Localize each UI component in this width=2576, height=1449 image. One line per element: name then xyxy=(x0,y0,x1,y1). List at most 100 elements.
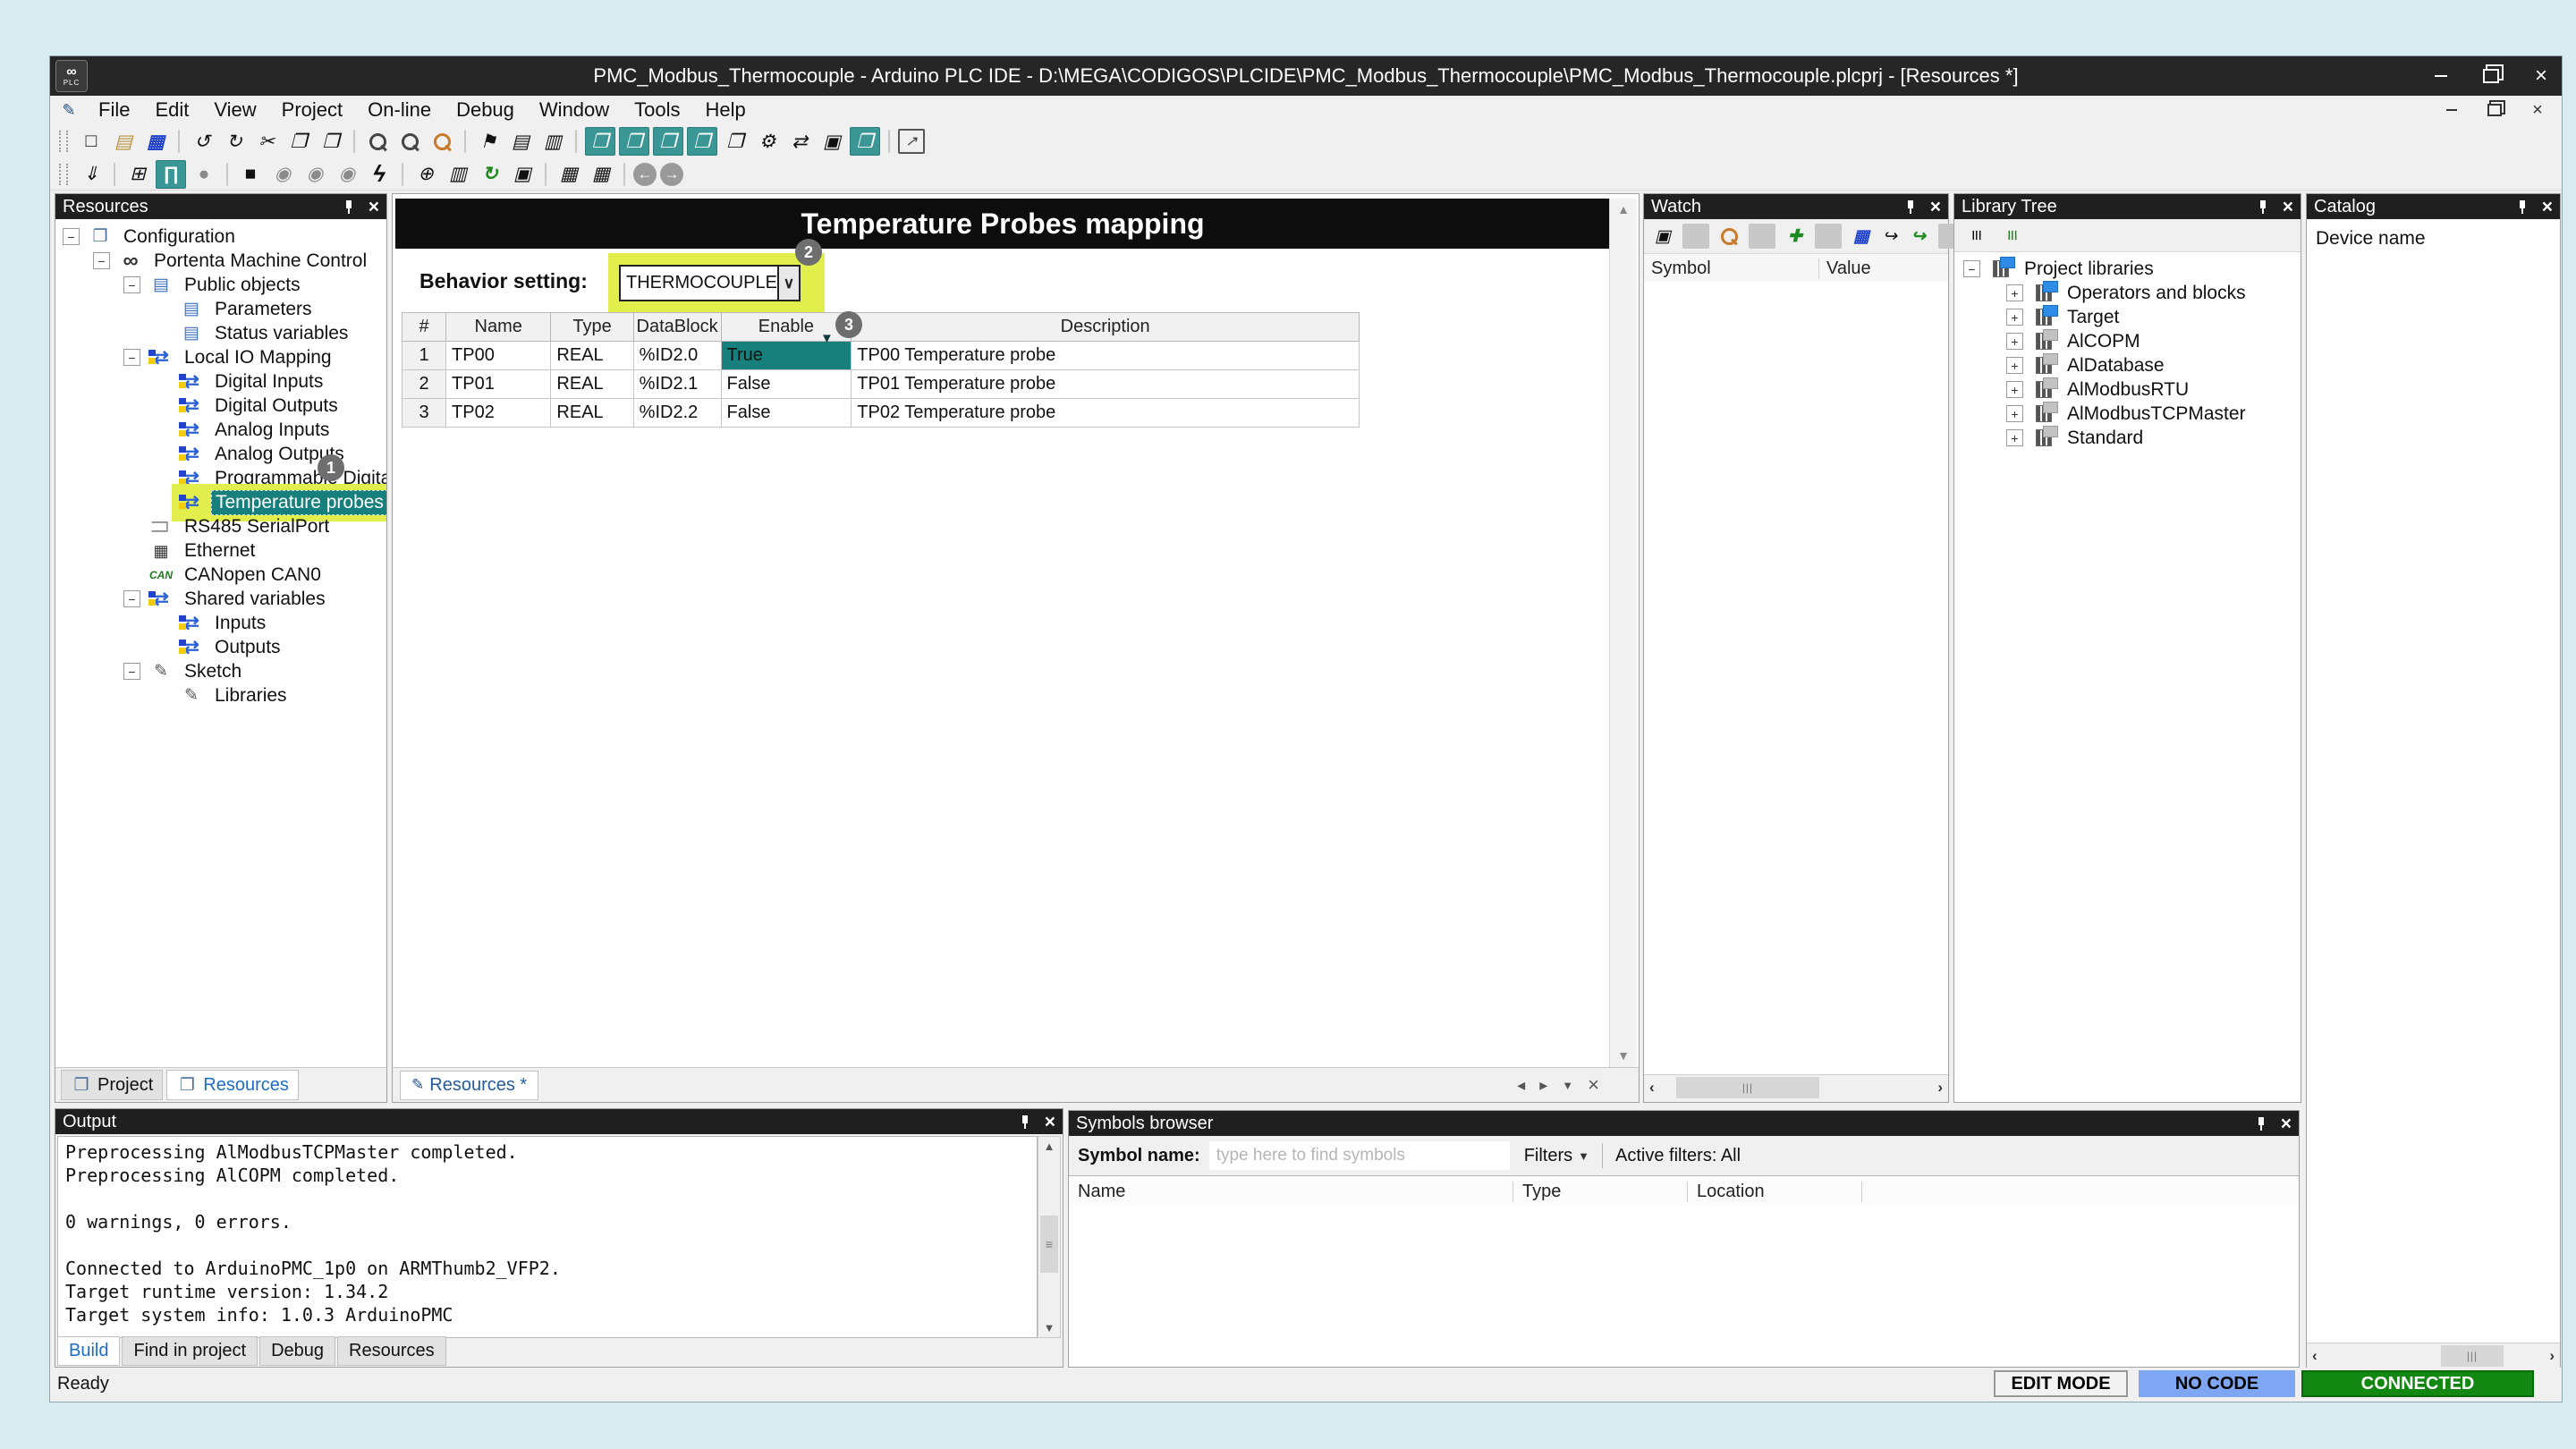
run-warm-icon[interactable]: ◉ xyxy=(333,161,361,188)
symbols-col-type[interactable]: Type xyxy=(1513,1182,1688,1202)
library-tree-item[interactable]: Target xyxy=(1954,305,2301,329)
col-type[interactable]: Type xyxy=(551,313,633,342)
close-icon[interactable]: × xyxy=(1045,1113,1055,1131)
refresh-watch-icon[interactable]: ↻ xyxy=(476,161,504,188)
close-icon[interactable]: × xyxy=(369,198,379,216)
redo-icon[interactable]: ↻ xyxy=(220,128,249,155)
expander-icon[interactable] xyxy=(2006,284,2023,301)
new-project-icon[interactable]: □ xyxy=(77,128,106,155)
col-description[interactable]: Description xyxy=(852,313,1360,342)
expander-icon[interactable] xyxy=(2006,405,2023,422)
scroll-thumb[interactable] xyxy=(2441,1345,2504,1367)
edit-mode-indicator[interactable]: EDIT MODE xyxy=(1994,1370,2128,1397)
print-icon[interactable]: ▤ xyxy=(506,128,535,155)
panel-tab[interactable]: ❐ Project xyxy=(61,1070,163,1100)
symbols-col-name[interactable]: Name xyxy=(1069,1182,1513,1202)
chevron-down-icon[interactable]: ∨ xyxy=(777,267,799,300)
mdi-restore-button[interactable] xyxy=(2483,98,2506,122)
probe-datablock-cell[interactable]: %ID2.1 xyxy=(633,370,721,399)
panel-tab[interactable]: ❐ Resources xyxy=(166,1070,299,1100)
separator[interactable] xyxy=(114,163,115,186)
editor-vertical-scrollbar[interactable]: ▲ ▼ xyxy=(1609,199,1637,1100)
project-window-toggle-icon[interactable]: ❒ xyxy=(585,127,615,156)
insert-record-icon[interactable] xyxy=(1716,224,1742,249)
form-view-icon[interactable]: ▣ xyxy=(508,161,537,188)
minimize-button[interactable] xyxy=(2429,64,2453,88)
menu-item[interactable]: File xyxy=(86,96,142,124)
bookmark-icon[interactable]: ⚑ xyxy=(474,128,503,155)
pin-icon[interactable] xyxy=(2256,199,2270,215)
mouse-mode-icon[interactable]: ● xyxy=(190,161,218,188)
tree-item[interactable]: ⇄ Digital Inputs xyxy=(55,369,386,394)
toolbar-grip[interactable] xyxy=(59,131,68,152)
tree-item[interactable]: ∞ Portenta Machine Control xyxy=(55,249,386,273)
tab-scroll-right-icon[interactable]: ▸ xyxy=(1539,1076,1547,1095)
probe-description-cell[interactable]: TP00 Temperature probe xyxy=(852,342,1360,370)
expander-icon[interactable] xyxy=(2006,429,2023,446)
behavior-setting-select[interactable]: THERMOCOUPLE ∨ xyxy=(619,265,801,301)
scroll-right-icon[interactable]: › xyxy=(1937,1079,1943,1097)
menu-item[interactable]: Project xyxy=(269,96,355,124)
refresh-libraries-icon[interactable]: ≡ xyxy=(1997,222,2026,249)
probe-enable-cell[interactable]: False xyxy=(721,399,852,428)
output-tab[interactable]: Find in project xyxy=(122,1336,258,1366)
pin-icon[interactable] xyxy=(2254,1115,2268,1131)
text-window-toggle-icon[interactable]: ▣ xyxy=(818,128,846,155)
separator[interactable] xyxy=(464,130,466,153)
scroll-left-icon[interactable]: ‹ xyxy=(1649,1079,1655,1097)
pin-icon[interactable] xyxy=(342,199,356,215)
expander-icon[interactable] xyxy=(93,252,110,269)
expander-icon[interactable] xyxy=(123,590,140,607)
navigate-forward-icon[interactable]: → xyxy=(660,163,683,186)
download-code-icon[interactable]: ⇓ xyxy=(77,161,106,188)
expander-icon[interactable] xyxy=(2006,309,2023,326)
separator[interactable] xyxy=(1682,224,1709,249)
stop-icon[interactable]: ■ xyxy=(236,161,265,188)
title-bar[interactable]: ∞ PLC PMC_Modbus_Thermocouple - Arduino … xyxy=(50,56,2562,96)
col-name[interactable]: Name xyxy=(446,313,551,342)
form-view-icon[interactable]: ▣ xyxy=(1649,224,1676,249)
save-project-icon[interactable]: ▦ xyxy=(141,128,170,155)
tree-item[interactable]: ▦ Ethernet xyxy=(55,538,386,563)
symbols-col-location[interactable]: Location xyxy=(1688,1182,1862,1202)
navigate-back-icon[interactable]: ← xyxy=(633,163,657,186)
tree-item[interactable]: ⇄ Local IO Mapping xyxy=(55,345,386,369)
output-log[interactable]: Preprocessing AlModbusTCPMaster complete… xyxy=(57,1136,1038,1338)
probe-datablock-cell[interactable]: %ID2.0 xyxy=(633,342,721,370)
find-icon[interactable] xyxy=(363,128,392,155)
library-tree-item[interactable]: AlModbusTCPMaster xyxy=(1954,402,2301,426)
mdi-minimize-button[interactable] xyxy=(2440,98,2463,122)
probe-description-cell[interactable]: TP01 Temperature probe xyxy=(852,370,1360,399)
tree-item[interactable]: ⇄ Analog Inputs xyxy=(55,418,386,442)
probe-name-cell[interactable]: TP01 xyxy=(446,370,551,399)
probe-description-cell[interactable]: TP02 Temperature probe xyxy=(852,399,1360,428)
col-num[interactable]: # xyxy=(402,313,446,342)
menu-item[interactable]: Tools xyxy=(622,96,692,124)
output-tab[interactable]: Debug xyxy=(259,1336,335,1366)
separator[interactable] xyxy=(888,130,890,153)
library-tree-item[interactable]: AlCOPM xyxy=(1954,329,2301,353)
separator[interactable] xyxy=(545,163,547,186)
probe-type-cell[interactable]: REAL xyxy=(551,342,633,370)
expander-icon[interactable] xyxy=(123,349,140,366)
scroll-down-icon[interactable]: ▼ xyxy=(1038,1321,1060,1335)
close-icon[interactable]: × xyxy=(2283,198,2293,216)
online-download-icon[interactable]: ⊕ xyxy=(411,161,440,188)
scroll-up-icon[interactable]: ▲ xyxy=(1610,202,1637,216)
separator[interactable] xyxy=(178,130,180,153)
save-watch-list-icon[interactable]: ▦ xyxy=(1848,224,1875,249)
output-tab[interactable]: Build xyxy=(57,1336,120,1366)
separator[interactable] xyxy=(226,163,228,186)
copy-icon[interactable]: ❐ xyxy=(284,128,313,155)
grid-view-icon[interactable]: ▦ xyxy=(587,161,615,188)
toolbar-grip[interactable] xyxy=(59,164,68,185)
separator[interactable] xyxy=(623,163,625,186)
menu-item[interactable]: Edit xyxy=(142,96,201,124)
find-next-icon[interactable] xyxy=(395,128,424,155)
expander-icon[interactable] xyxy=(123,276,140,293)
tree-item[interactable]: ▤ Status variables xyxy=(55,321,386,345)
tree-item[interactable]: ⇄ Inputs xyxy=(55,611,386,635)
paste-icon[interactable]: ❒ xyxy=(317,128,345,155)
probe-datablock-cell[interactable]: %ID2.2 xyxy=(633,399,721,428)
probe-name-cell[interactable]: TP00 xyxy=(446,342,551,370)
